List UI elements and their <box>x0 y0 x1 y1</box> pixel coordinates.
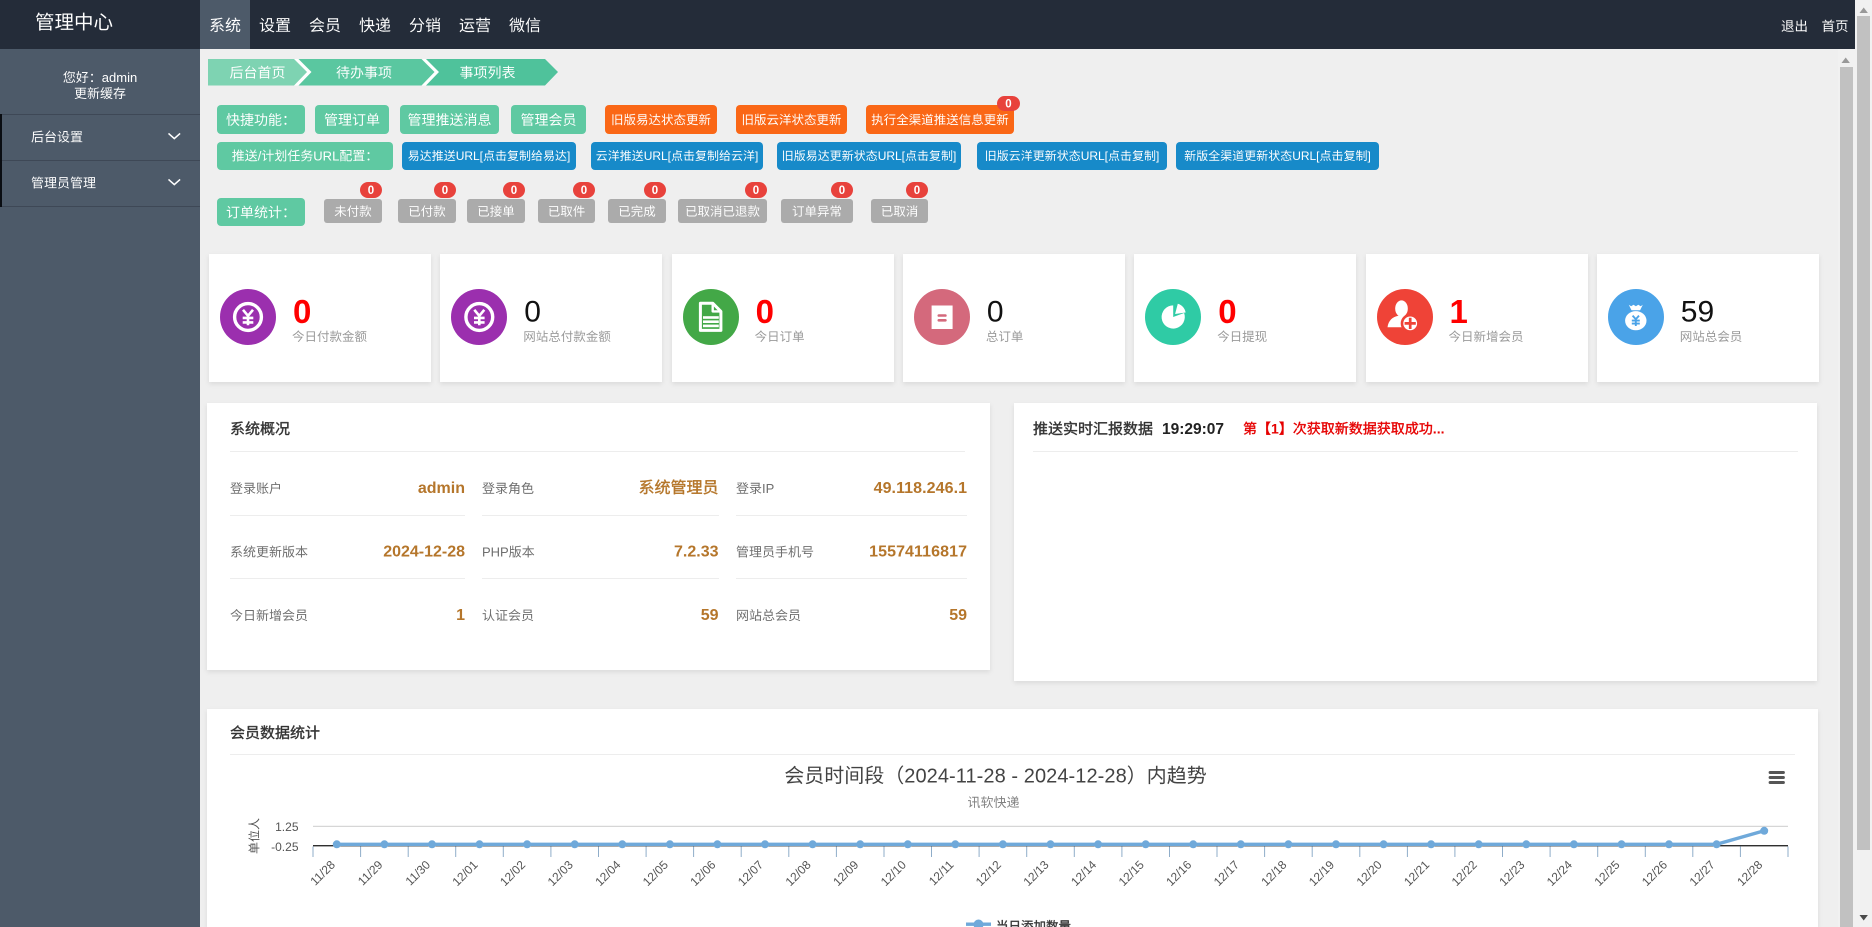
svg-text:0: 0 <box>652 185 658 197</box>
svg-text:0: 0 <box>442 185 448 197</box>
svg-text:0: 0 <box>914 185 920 197</box>
svg-text:]: ] <box>1368 149 1371 163</box>
svg-text:12/20: 12/20 <box>1354 857 1385 888</box>
svg-text:0: 0 <box>753 185 759 197</box>
svg-text:12/03: 12/03 <box>545 857 576 888</box>
svg-text:IP: IP <box>762 481 774 496</box>
svg-text:URL[: URL[ <box>878 149 906 163</box>
svg-text:12/04: 12/04 <box>592 857 623 888</box>
svg-text:2024-12-28: 2024-12-28 <box>383 544 465 561</box>
svg-text:12/01: 12/01 <box>449 857 480 888</box>
svg-text:15574116817: 15574116817 <box>869 544 967 561</box>
svg-text:11/30: 11/30 <box>403 857 434 888</box>
svg-text:1: 1 <box>1450 293 1468 330</box>
svg-text:...: ... <box>1433 421 1445 437</box>
svg-text:12/18: 12/18 <box>1258 857 1289 888</box>
svg-text:2024-11-28 - 2024-12-28: 2024-11-28 - 2024-12-28 <box>904 766 1126 788</box>
svg-text:1: 1 <box>456 607 465 624</box>
svg-text:12/08: 12/08 <box>783 857 814 888</box>
svg-text:URL[: URL[ <box>456 149 484 163</box>
svg-text:12/24: 12/24 <box>1544 857 1575 888</box>
svg-text:12/02: 12/02 <box>497 857 528 888</box>
svg-text:URL: URL <box>313 148 339 163</box>
svg-text:59: 59 <box>1681 296 1714 329</box>
svg-text:0: 0 <box>987 296 1004 329</box>
svg-text:URL[: URL[ <box>1081 149 1109 163</box>
svg-text:59: 59 <box>949 607 967 624</box>
svg-text:]: ] <box>1156 149 1159 163</box>
svg-text:0: 0 <box>1218 293 1236 330</box>
svg-text:]: ] <box>567 149 570 163</box>
svg-text:-0.25: -0.25 <box>271 840 299 854</box>
svg-text:0: 0 <box>293 293 311 330</box>
svg-text:12/13: 12/13 <box>1020 857 1051 888</box>
svg-text:12/26: 12/26 <box>1639 857 1670 888</box>
svg-text:59: 59 <box>701 607 719 624</box>
svg-text:12/17: 12/17 <box>1211 857 1242 888</box>
svg-text:admin: admin <box>102 70 137 85</box>
svg-text:0: 0 <box>756 293 774 330</box>
svg-text:49.118.246.1: 49.118.246.1 <box>874 480 967 497</box>
svg-text:URL[: URL[ <box>644 149 672 163</box>
svg-text:0: 0 <box>511 185 517 197</box>
svg-text:URL[: URL[ <box>1292 149 1320 163</box>
svg-text:1: 1 <box>1271 421 1279 437</box>
svg-text:PHP: PHP <box>482 545 509 560</box>
svg-text:12/19: 12/19 <box>1306 857 1337 888</box>
svg-text:12/05: 12/05 <box>640 857 671 888</box>
svg-text:19:29:07: 19:29:07 <box>1162 421 1224 438</box>
svg-text:12/11: 12/11 <box>926 857 957 888</box>
svg-text:12/10: 12/10 <box>878 857 909 888</box>
svg-text:12/09: 12/09 <box>830 857 861 888</box>
svg-text:11/28: 11/28 <box>307 857 338 888</box>
svg-text:0: 0 <box>581 185 587 197</box>
svg-text:12/22: 12/22 <box>1449 857 1480 888</box>
svg-text:12/07: 12/07 <box>735 857 766 888</box>
svg-text:12/27: 12/27 <box>1687 857 1718 888</box>
svg-text:12/21: 12/21 <box>1401 857 1432 888</box>
svg-text:12/28: 12/28 <box>1734 857 1765 888</box>
svg-text:/: / <box>258 148 262 163</box>
svg-text:7.2.33: 7.2.33 <box>674 544 719 561</box>
svg-text:12/15: 12/15 <box>1116 857 1147 888</box>
svg-text:admin: admin <box>418 480 465 497</box>
svg-text:11/29: 11/29 <box>355 857 386 888</box>
svg-text:12/14: 12/14 <box>1068 857 1099 888</box>
svg-text:0: 0 <box>1005 99 1011 111</box>
svg-text:12/25: 12/25 <box>1591 857 1622 888</box>
svg-text:1.25: 1.25 <box>275 820 299 834</box>
svg-text:12/12: 12/12 <box>973 857 1004 888</box>
svg-text:12/06: 12/06 <box>687 857 718 888</box>
svg-text:0: 0 <box>839 185 845 197</box>
svg-text:0: 0 <box>524 296 541 329</box>
svg-text:]: ] <box>755 149 758 163</box>
svg-text:12/16: 12/16 <box>1163 857 1194 888</box>
svg-text:]: ] <box>953 149 956 163</box>
svg-text:12/23: 12/23 <box>1496 857 1527 888</box>
svg-text:0: 0 <box>368 185 374 197</box>
